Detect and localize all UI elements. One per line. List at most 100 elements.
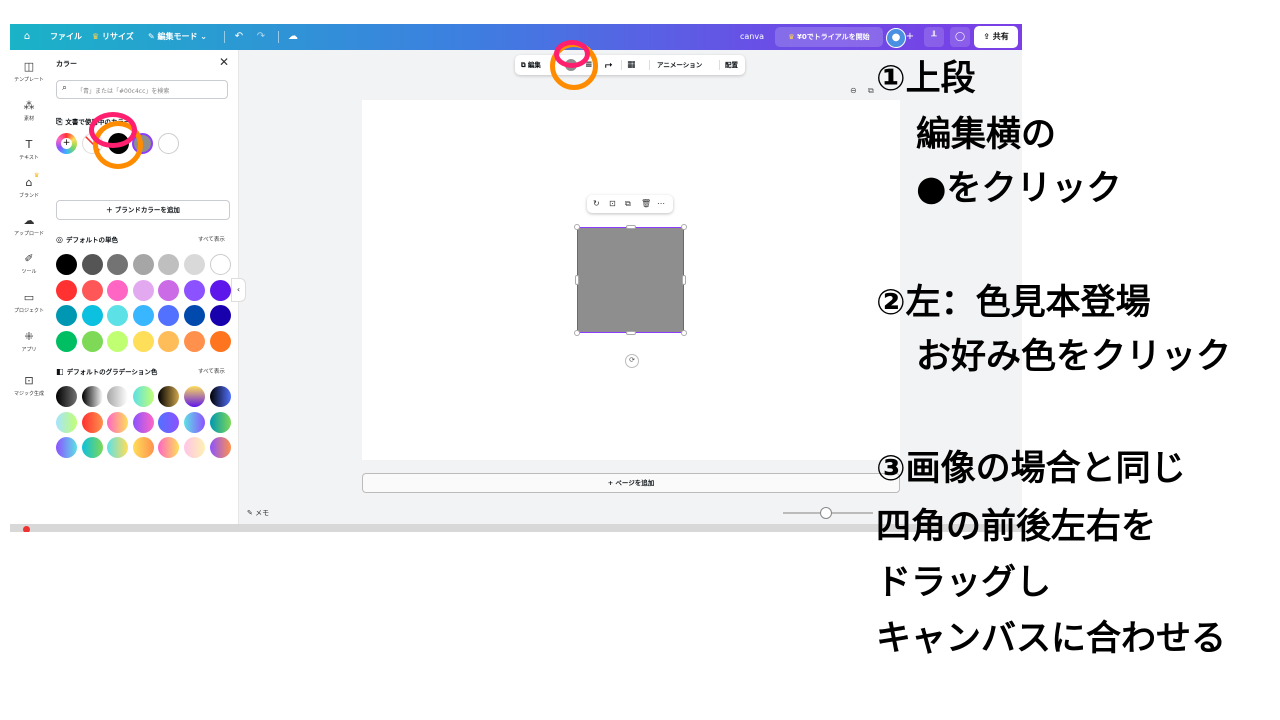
solid-color-swatch[interactable]: [158, 279, 180, 301]
home-icon[interactable]: ⌂: [20, 30, 34, 44]
duplicate-icon[interactable]: ⧉: [625, 195, 631, 213]
gradient-color-swatch[interactable]: [132, 437, 154, 458]
show-all-gradient-link[interactable]: すべて表示: [198, 367, 225, 375]
show-all-solid-link[interactable]: すべて表示: [198, 235, 225, 243]
corner-icon[interactable]: ⮣: [605, 55, 612, 75]
solid-color-swatch[interactable]: [107, 330, 129, 352]
solid-color-swatch[interactable]: [81, 279, 103, 301]
rail-item-brand[interactable]: ♛ ⌂ ブランド: [10, 172, 48, 199]
redo-icon[interactable]: ↷: [254, 30, 268, 44]
gradient-color-swatch[interactable]: [209, 411, 231, 433]
resize-handle-top-left[interactable]: [574, 224, 580, 230]
selected-rectangle-shape[interactable]: [577, 227, 684, 333]
resize-handle-bottom[interactable]: [626, 331, 636, 335]
lock-icon[interactable]: ⊖: [850, 86, 857, 95]
close-icon[interactable]: ✕: [219, 55, 229, 69]
rail-item-apps[interactable]: ⁜ アプリ: [10, 330, 48, 353]
file-menu[interactable]: ファイル: [50, 24, 82, 50]
rotate-handle-icon[interactable]: ⟳: [625, 354, 639, 368]
start-trial-button[interactable]: ♛ ¥0でトライアルを開始: [775, 27, 883, 47]
solid-color-swatch[interactable]: [209, 279, 231, 301]
gradient-color-swatch[interactable]: [132, 386, 154, 407]
rail-item-text[interactable]: T テキスト: [10, 138, 48, 161]
gradient-color-swatch[interactable]: [56, 411, 77, 433]
solid-color-swatch[interactable]: [209, 254, 231, 275]
transparency-icon[interactable]: ▦: [627, 55, 636, 75]
cloud-save-icon[interactable]: ☁: [286, 30, 300, 44]
gradient-color-swatch[interactable]: [132, 411, 154, 433]
gradient-color-swatch[interactable]: [81, 437, 103, 458]
gradient-color-swatch[interactable]: [209, 386, 231, 407]
gradient-color-swatch[interactable]: [56, 437, 77, 458]
edit-button[interactable]: ⧉ 編集: [521, 55, 541, 75]
more-icon[interactable]: ⋯: [657, 195, 665, 213]
rail-item-tools[interactable]: ✐ ツール: [10, 252, 48, 275]
solid-color-swatch[interactable]: [184, 279, 205, 301]
solid-color-swatch[interactable]: [184, 305, 205, 326]
solid-color-swatch[interactable]: [81, 254, 103, 275]
solid-color-swatch[interactable]: [132, 279, 154, 301]
gradient-color-swatch[interactable]: [158, 411, 180, 433]
solid-color-swatch[interactable]: [132, 305, 154, 326]
solid-color-swatch[interactable]: [81, 305, 103, 326]
solid-color-swatch[interactable]: [158, 330, 180, 352]
resize-handle-top[interactable]: [626, 225, 636, 229]
gradient-color-swatch[interactable]: [209, 437, 231, 458]
solid-color-swatch[interactable]: [107, 305, 129, 326]
duplicate-page-icon[interactable]: ⧉: [868, 86, 874, 96]
gradient-color-swatch[interactable]: [56, 386, 77, 407]
gradient-color-swatch[interactable]: [158, 437, 180, 458]
add-color-swatch[interactable]: +: [56, 133, 77, 154]
solid-color-swatch[interactable]: [56, 305, 77, 326]
share-button[interactable]: ⇪ 共有: [974, 26, 1018, 48]
document-color-swatch[interactable]: [158, 133, 179, 154]
rail-item-magic[interactable]: ⊡ マジック生成: [10, 374, 48, 397]
resize-handle-bottom-left[interactable]: [574, 330, 580, 336]
design-title[interactable]: canva: [740, 24, 764, 50]
rail-item-uploads[interactable]: ☁ アップロード: [10, 214, 48, 237]
animation-button[interactable]: アニメーション: [657, 55, 702, 75]
gradient-color-swatch[interactable]: [184, 437, 205, 458]
solid-color-swatch[interactable]: [81, 330, 103, 352]
gradient-color-swatch[interactable]: [81, 411, 103, 433]
solid-color-swatch[interactable]: [56, 279, 77, 301]
solid-color-swatch[interactable]: [184, 254, 205, 275]
color-search-input[interactable]: ⌕ 「青」または「#00c4cc」を検索: [56, 80, 228, 99]
gradient-color-swatch[interactable]: [184, 411, 205, 433]
add-brand-colors-button[interactable]: ＋ ブランドカラーを追加: [56, 200, 230, 220]
gradient-color-swatch[interactable]: [107, 437, 129, 458]
solid-color-swatch[interactable]: [56, 330, 77, 352]
position-button[interactable]: 配置: [725, 55, 738, 75]
resize-handle-top-right[interactable]: [681, 224, 687, 230]
lock-icon[interactable]: ⊡: [609, 195, 616, 213]
solid-color-swatch[interactable]: [184, 330, 205, 352]
solid-color-swatch[interactable]: [209, 305, 231, 326]
gradient-color-swatch[interactable]: [107, 386, 129, 407]
notes-button[interactable]: ✎ メモ: [247, 508, 269, 518]
gradient-color-swatch[interactable]: [184, 386, 205, 407]
solid-color-swatch[interactable]: [107, 254, 129, 275]
resize-handle-left[interactable]: [575, 275, 579, 285]
edit-mode-button[interactable]: ✎ 編集モード ⌄: [148, 24, 207, 50]
refresh-icon[interactable]: ↻: [593, 195, 600, 213]
solid-color-swatch[interactable]: [209, 330, 231, 352]
solid-color-swatch[interactable]: [158, 254, 180, 275]
zoom-slider-handle[interactable]: [820, 507, 832, 519]
solid-color-swatch[interactable]: [132, 254, 154, 275]
comment-icon[interactable]: ◯: [950, 27, 970, 47]
solid-color-swatch[interactable]: [56, 254, 77, 275]
add-page-button[interactable]: + ページを追加: [362, 473, 900, 493]
rail-item-projects[interactable]: ▭ プロジェクト: [10, 291, 48, 314]
rail-item-templates[interactable]: ◫ テンプレート: [10, 60, 48, 83]
resize-button[interactable]: ♛ リサイズ: [92, 24, 134, 50]
solid-color-swatch[interactable]: [158, 305, 180, 326]
trash-icon[interactable]: 🗑: [641, 195, 651, 213]
gradient-color-swatch[interactable]: [81, 386, 103, 407]
collapse-panel-button[interactable]: ‹: [231, 278, 246, 302]
resize-handle-bottom-right[interactable]: [681, 330, 687, 336]
solid-color-swatch[interactable]: [132, 330, 154, 352]
resize-handle-right[interactable]: [682, 275, 686, 285]
plus-icon[interactable]: +: [903, 30, 917, 44]
solid-color-swatch[interactable]: [107, 279, 129, 301]
gradient-color-swatch[interactable]: [107, 411, 129, 433]
